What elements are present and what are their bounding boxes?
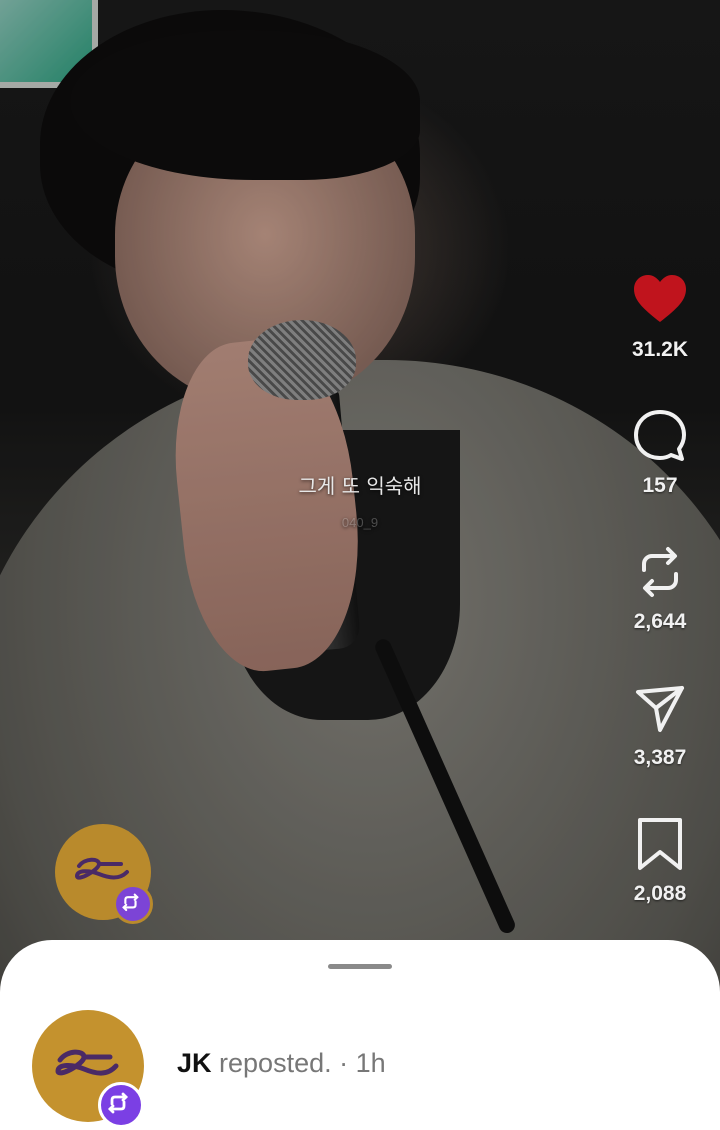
author-avatar[interactable] xyxy=(55,824,153,924)
reposter-avatar[interactable] xyxy=(32,1010,144,1128)
bookmark-button[interactable]: 2,088 xyxy=(600,814,720,906)
repost-button[interactable]: 2,644 xyxy=(600,542,720,634)
heart-filled-icon xyxy=(634,275,686,322)
video-watermark: 040_9 xyxy=(341,515,379,530)
share-button[interactable]: 3,387 xyxy=(600,678,720,770)
like-count: 31.2K xyxy=(631,338,689,361)
separator-dot: · xyxy=(339,1048,349,1078)
bookmark-icon xyxy=(638,818,682,870)
repost-badge xyxy=(113,884,153,924)
repost-icon xyxy=(642,547,678,597)
like-button[interactable]: 31.2K xyxy=(600,270,720,362)
comment-button[interactable]: 157 xyxy=(600,406,720,498)
bookmark-count: 2,088 xyxy=(633,882,687,905)
repost-badge xyxy=(98,1082,144,1128)
repost-info: JK reposted. · 1h xyxy=(177,1048,386,1079)
lyric-caption: 그게 또 익숙해 xyxy=(298,474,422,498)
reposter-username[interactable]: JK xyxy=(177,1048,212,1078)
share-icon xyxy=(636,686,684,732)
repost-time: 1h xyxy=(355,1048,386,1078)
repost-small-icon xyxy=(122,893,139,912)
repost-action-text: reposted. xyxy=(219,1048,332,1078)
comment-icon xyxy=(634,410,686,461)
sheet-drag-handle[interactable] xyxy=(328,964,392,969)
share-count: 3,387 xyxy=(633,746,687,769)
repost-small-icon xyxy=(108,1092,128,1114)
repost-count: 2,644 xyxy=(633,610,687,633)
comment-count: 157 xyxy=(642,474,678,497)
bottom-sheet[interactable]: JK reposted. · 1h xyxy=(0,940,720,1130)
